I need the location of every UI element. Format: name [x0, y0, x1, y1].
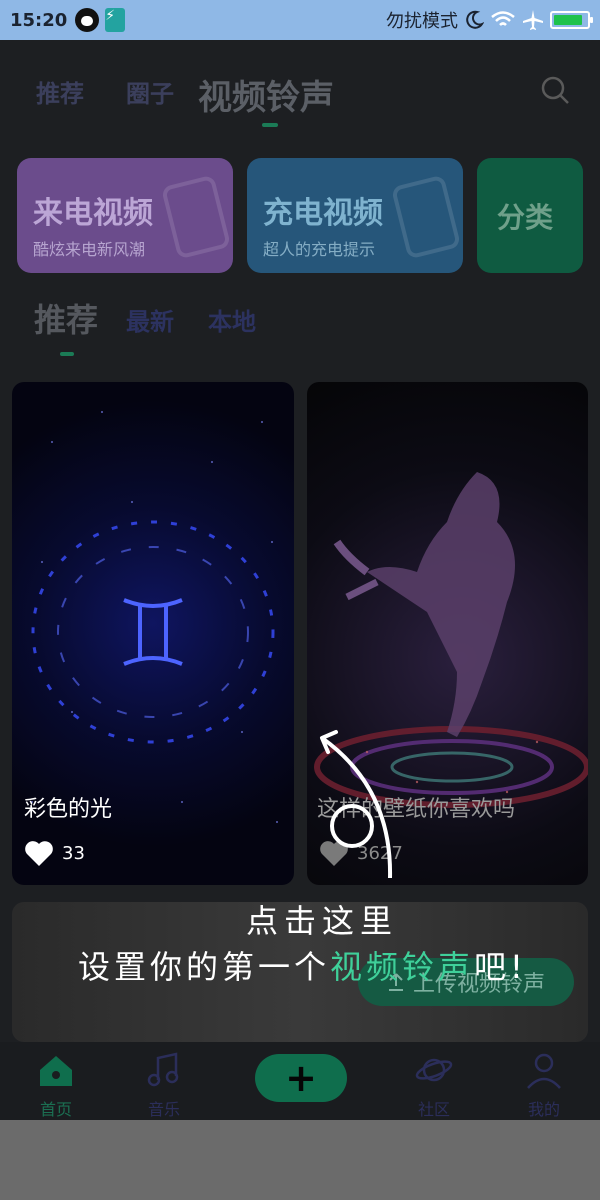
- tab-underline: [262, 123, 278, 127]
- subtab-underline: [60, 352, 74, 356]
- charging-video-card[interactable]: 充电视频 超人的充电提示: [247, 158, 463, 273]
- nav-music[interactable]: 音乐: [124, 1050, 204, 1120]
- nav-label: 社区: [417, 1100, 450, 1119]
- hint-suffix: 吧!: [474, 948, 527, 986]
- subtab-recommend[interactable]: 推荐: [34, 295, 98, 341]
- video-title: 彩色的光: [24, 797, 113, 822]
- nav-label: 我的: [527, 1100, 560, 1119]
- search-icon[interactable]: [540, 75, 570, 105]
- battery-icon: [550, 11, 593, 29]
- nav-label: 音乐: [147, 1100, 180, 1119]
- nav-label: 首页: [39, 1100, 72, 1119]
- category-card[interactable]: 分类: [477, 158, 583, 273]
- heart-icon: [25, 841, 53, 866]
- hint-line1: 点击这里: [246, 902, 399, 940]
- likes-number: 33: [62, 842, 85, 864]
- hint-arrow-icon: [320, 730, 393, 879]
- qq-icon: [75, 8, 100, 32]
- home-icon: [40, 1056, 72, 1086]
- tab-recommend[interactable]: 推荐: [36, 74, 84, 109]
- category-cards: 来电视频 酷炫来电新风潮 充电视频 超人的充电提示 分类: [0, 158, 600, 278]
- tab-video-ringtone[interactable]: 视频铃声: [198, 70, 334, 119]
- person-icon: [527, 1053, 561, 1089]
- top-tabs: 推荐 圈子 视频铃声: [0, 40, 600, 140]
- nav-home[interactable]: 首页: [16, 1050, 96, 1120]
- planet-icon: [415, 1058, 453, 1082]
- subtab-latest[interactable]: 最新: [126, 302, 174, 337]
- hint-line2: 设置你的第一个视频铃声吧!: [78, 942, 527, 988]
- nav-profile[interactable]: 我的: [504, 1050, 584, 1120]
- bottom-navigation: 首页 音乐 + 社区 我的: [0, 1042, 600, 1120]
- like-count[interactable]: 33: [24, 839, 85, 867]
- card-title: 分类: [497, 201, 554, 234]
- usb-icon: ⚡: [105, 8, 126, 32]
- hint-prefix: 设置你的第一个: [78, 948, 331, 986]
- incoming-call-video-card[interactable]: 来电视频 酷炫来电新风潮: [17, 158, 233, 273]
- wifi-icon: [491, 11, 515, 26]
- tab-circle[interactable]: 圈子: [126, 74, 174, 109]
- screen: 15:20 ⚡ 勿扰模式 推荐 圈子 视频铃声 来电视频 酷炫来电新风潮 充电视…: [0, 0, 600, 1200]
- hint-accent: 视频铃声: [330, 948, 475, 986]
- video-card[interactable]: 彩色的光 33: [12, 382, 294, 885]
- battery-level: [554, 15, 583, 25]
- plus-icon: +: [285, 1056, 317, 1100]
- status-time: 15:20: [10, 9, 68, 31]
- system-area: [0, 1120, 600, 1200]
- add-button[interactable]: +: [255, 1054, 347, 1102]
- airplane-icon: [523, 10, 543, 30]
- sub-tabs: 推荐 最新 本地: [0, 295, 600, 355]
- moon-icon: [466, 10, 484, 29]
- music-icon: [147, 1052, 179, 1087]
- status-bar: 15:20 ⚡ 勿扰模式: [0, 0, 600, 40]
- subtab-local[interactable]: 本地: [208, 302, 256, 337]
- nav-community[interactable]: 社区: [394, 1050, 474, 1120]
- dnd-label: 勿扰模式: [386, 11, 458, 32]
- status-right: 勿扰模式: [386, 7, 593, 33]
